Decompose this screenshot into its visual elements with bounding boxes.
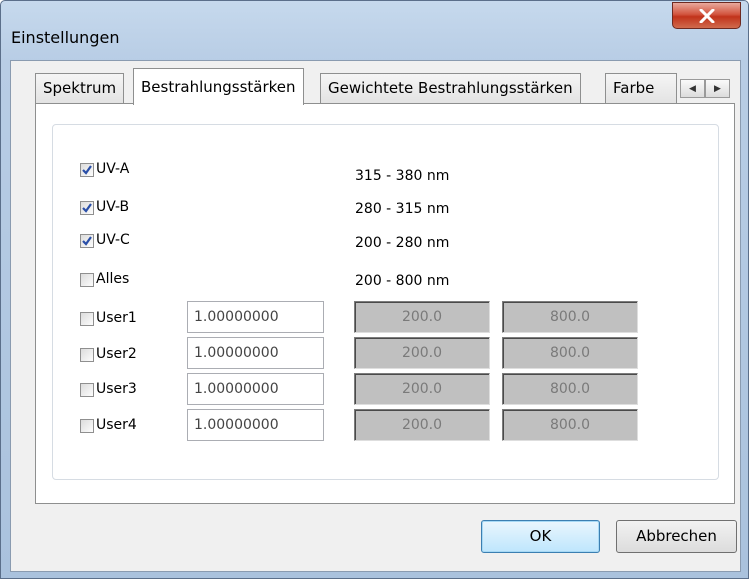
- checkbox-alles[interactable]: [80, 273, 94, 287]
- user3-factor-input[interactable]: 1.00000000: [187, 373, 324, 405]
- range-uv-a: 315 - 380 nm: [355, 168, 450, 184]
- checkbox-uv-c[interactable]: [80, 234, 94, 248]
- label-uv-c: UV-C: [96, 232, 130, 248]
- user4-from-input[interactable]: 200.0: [354, 409, 490, 441]
- label-uv-a: UV-A: [96, 161, 130, 177]
- user4-factor-input[interactable]: 1.00000000: [187, 409, 324, 441]
- label-uv-b: UV-B: [96, 199, 130, 215]
- user1-from-input[interactable]: 200.0: [354, 301, 490, 333]
- label-user1: User1: [96, 310, 137, 326]
- tab-spektrum[interactable]: Spektrum: [35, 73, 125, 103]
- label-user4: User4: [96, 417, 137, 433]
- user3-to-input[interactable]: 800.0: [502, 373, 638, 405]
- tab-label: Gewichtete Bestrahlungsstärken: [328, 79, 573, 97]
- tab-scroll-right-button[interactable]: ▶: [705, 79, 730, 98]
- checkbox-uv-a[interactable]: [80, 163, 94, 177]
- tab-scroll-left-button[interactable]: ◀: [680, 79, 705, 98]
- checkbox-user3[interactable]: [80, 383, 94, 397]
- user1-to-input[interactable]: 800.0: [502, 301, 638, 333]
- arrow-right-icon: ▶: [714, 83, 721, 94]
- tab-label: Bestrahlungsstärken: [141, 78, 296, 96]
- checkbox-user1[interactable]: [80, 312, 94, 326]
- label-user2: User2: [96, 346, 137, 362]
- tab-gewichtete-bestrahlungsstaerken[interactable]: Gewichtete Bestrahlungsstärken: [320, 73, 581, 103]
- range-uv-c: 200 - 280 nm: [355, 235, 450, 251]
- user2-from-input[interactable]: 200.0: [354, 337, 490, 369]
- tab-label: Farbe: [613, 79, 655, 97]
- tab-bestrahlungsstaerken[interactable]: Bestrahlungsstärken: [133, 68, 304, 105]
- close-button[interactable]: [672, 2, 741, 29]
- tab-label: Spektrum: [43, 79, 117, 97]
- user3-from-input[interactable]: 200.0: [354, 373, 490, 405]
- user2-factor-input[interactable]: 1.00000000: [187, 337, 324, 369]
- arrow-left-icon: ◀: [689, 83, 696, 94]
- checkmark-icon: [82, 236, 92, 246]
- checkbox-user4[interactable]: [80, 419, 94, 433]
- label-alles: Alles: [96, 271, 130, 287]
- checkmark-icon: [82, 203, 92, 213]
- cancel-button[interactable]: Abbrechen: [616, 520, 737, 553]
- close-icon: [699, 8, 714, 23]
- range-alles: 200 - 800 nm: [355, 273, 450, 289]
- tab-scroll-arrows: ◀ ▶: [680, 79, 730, 98]
- label-user3: User3: [96, 381, 137, 397]
- tab-farbe[interactable]: Farbe: [605, 73, 677, 103]
- checkbox-uv-b[interactable]: [80, 201, 94, 215]
- ok-button[interactable]: OK: [481, 520, 600, 553]
- user2-to-input[interactable]: 800.0: [502, 337, 638, 369]
- checkmark-icon: [82, 165, 92, 175]
- checkbox-user2[interactable]: [80, 348, 94, 362]
- dialog-title: Einstellungen: [11, 28, 120, 47]
- user1-factor-input[interactable]: 1.00000000: [187, 301, 324, 333]
- user4-to-input[interactable]: 800.0: [502, 409, 638, 441]
- range-uv-b: 280 - 315 nm: [355, 201, 450, 217]
